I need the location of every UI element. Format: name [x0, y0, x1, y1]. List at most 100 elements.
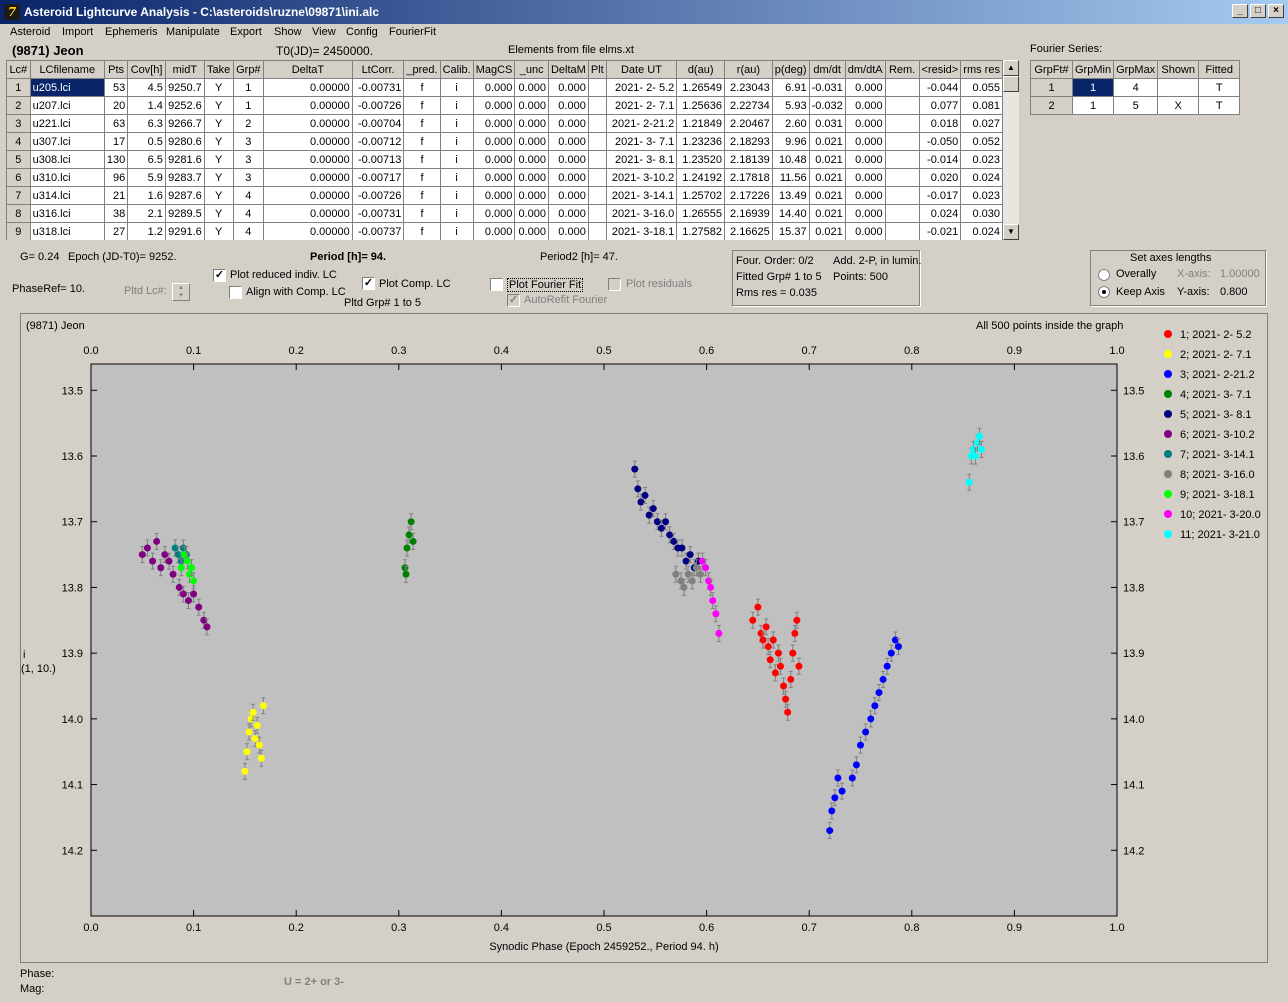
table-cell[interactable] [884, 204, 920, 223]
table-cell[interactable]: 0.000 [514, 186, 549, 205]
plot-residuals-checkbox[interactable] [608, 278, 621, 291]
menu-show[interactable]: Show [274, 26, 302, 38]
menu-config[interactable]: Config [346, 26, 378, 38]
table-cell[interactable]: 11.56 [771, 168, 810, 187]
table-cell[interactable]: 9281.6 [164, 150, 205, 169]
table-cell[interactable]: 0.00000 [263, 204, 353, 223]
row-header[interactable]: 6 [6, 168, 31, 187]
scroll-down-icon[interactable]: ▼ [1003, 224, 1019, 240]
col-header[interactable]: _unc [514, 60, 549, 79]
table-cell[interactable]: u314.lci [29, 186, 105, 205]
table-cell[interactable]: 0.000 [514, 222, 549, 240]
table-cell[interactable]: -0.00713 [351, 150, 405, 169]
table-cell[interactable]: 0.077 [918, 96, 962, 115]
table-scrollbar[interactable]: ▲ ▼ [1003, 60, 1019, 240]
col-header[interactable]: dm/dtA [844, 60, 886, 79]
table-cell[interactable]: 1.4 [127, 96, 166, 115]
table-cell[interactable]: i [439, 150, 474, 169]
table-cell[interactable]: 14.40 [771, 204, 810, 223]
table-cell[interactable]: f [403, 132, 441, 151]
table-cell[interactable]: 0.00000 [263, 186, 353, 205]
table-cell[interactable]: 9289.5 [164, 204, 205, 223]
col-header[interactable]: p(deg) [771, 60, 810, 79]
table-cell[interactable]: 5.9 [127, 168, 166, 187]
table-cell[interactable]: 4 [232, 204, 265, 223]
table-cell[interactable]: 2.17226 [724, 186, 773, 205]
table-cell[interactable]: f [403, 96, 441, 115]
table-cell[interactable]: i [439, 222, 474, 240]
col-header[interactable]: LCfilename [29, 60, 105, 79]
table-cell[interactable]: u318.lci [29, 222, 105, 240]
col-header[interactable]: dm/dt [808, 60, 846, 79]
fourier-row-header[interactable]: 2 [1030, 96, 1073, 115]
overally-radio[interactable] [1098, 269, 1110, 281]
fourier-row[interactable]: 215XT [1030, 96, 1241, 115]
table-cell[interactable]: 0.024 [960, 168, 1003, 187]
fourier-col-header[interactable]: Shown [1157, 60, 1200, 79]
table-cell[interactable]: 38 [103, 204, 129, 223]
table-cell[interactable]: 9287.6 [164, 186, 205, 205]
table-cell[interactable]: 20 [103, 96, 129, 115]
table-cell[interactable]: 63 [103, 114, 129, 133]
table-cell[interactable]: 3 [232, 132, 265, 151]
table-cell[interactable]: 0.000 [547, 150, 589, 169]
table-cell[interactable]: 2021- 2- 5.2 [605, 78, 678, 97]
table-cell[interactable]: i [439, 114, 474, 133]
align-comp-checkbox[interactable] [229, 286, 242, 299]
table-cell[interactable]: 0.027 [960, 114, 1003, 133]
table-cell[interactable]: 0.024 [960, 222, 1003, 240]
table-cell[interactable]: 0.000 [844, 186, 886, 205]
table-cell[interactable]: 0.000 [472, 114, 516, 133]
table-cell[interactable]: 0.000 [547, 204, 589, 223]
menu-asteroid[interactable]: Asteroid [10, 26, 50, 38]
table-cell[interactable] [587, 186, 607, 205]
table-cell[interactable]: Y [203, 168, 234, 187]
table-cell[interactable]: 9250.7 [164, 78, 205, 97]
table-cell[interactable]: 0.000 [844, 168, 886, 187]
table-cell[interactable]: 2021- 2-21.2 [605, 114, 678, 133]
table-cell[interactable]: 0.000 [547, 96, 589, 115]
table-cell[interactable]: 0.052 [960, 132, 1003, 151]
close-button[interactable]: × [1268, 4, 1284, 18]
table-cell[interactable]: -0.00731 [351, 78, 405, 97]
table-cell[interactable]: 0.000 [844, 132, 886, 151]
lightcurve-plot[interactable]: (9871) Jeon All 500 points inside the gr… [21, 314, 1267, 962]
table-cell[interactable]: Y [203, 204, 234, 223]
table-cell[interactable]: 0.000 [472, 186, 516, 205]
table-cell[interactable]: u221.lci [29, 114, 105, 133]
table-cell[interactable]: 0.00000 [263, 132, 353, 151]
table-cell[interactable]: 0.000 [472, 204, 516, 223]
table-cell[interactable]: 1.23520 [676, 150, 726, 169]
fourier-cell[interactable]: T [1198, 96, 1241, 115]
plot-area[interactable] [90, 363, 1118, 917]
row-header[interactable]: 9 [6, 222, 31, 240]
table-cell[interactable]: f [403, 150, 441, 169]
table-cell[interactable]: u207.lci [29, 96, 105, 115]
table-cell[interactable]: f [403, 168, 441, 187]
menu-ephemeris[interactable]: Ephemeris [105, 26, 158, 38]
table-cell[interactable]: 1.6 [127, 186, 166, 205]
table-cell[interactable]: i [439, 168, 474, 187]
table-cell[interactable]: 2.17818 [724, 168, 773, 187]
table-cell[interactable]: 0.021 [808, 150, 846, 169]
table-cell[interactable]: i [439, 132, 474, 151]
table-cell[interactable]: -0.014 [918, 150, 962, 169]
fourier-cell[interactable]: 1 [1071, 78, 1115, 97]
col-header[interactable]: Plt [587, 60, 607, 79]
table-cell[interactable]: 2.23043 [724, 78, 773, 97]
table-row[interactable]: 6 u310.lci 96 5.9 9283.7 Y 3 0.00000 -0.00717 f i 0… [6, 168, 1003, 187]
table-cell[interactable]: 0.021 [808, 222, 846, 240]
spin-up-icon[interactable]: ▲ [173, 284, 189, 292]
table-cell[interactable]: 9266.7 [164, 114, 205, 133]
table-row[interactable]: 8 u316.lci 38 2.1 9289.5 Y 4 0.00000 -0.00731 f i 0… [6, 204, 1003, 223]
col-header[interactable]: Pts [103, 60, 129, 79]
table-cell[interactable]: 6.91 [771, 78, 810, 97]
table-cell[interactable]: 0.000 [472, 78, 516, 97]
table-cell[interactable]: 2 [232, 114, 265, 133]
table-cell[interactable]: 0.000 [514, 150, 549, 169]
col-header[interactable]: MagCS [472, 60, 516, 79]
table-cell[interactable]: 0.000 [547, 78, 589, 97]
row-header[interactable]: 4 [6, 132, 31, 151]
menu-view[interactable]: View [312, 26, 336, 38]
table-cell[interactable]: 0.00000 [263, 114, 353, 133]
